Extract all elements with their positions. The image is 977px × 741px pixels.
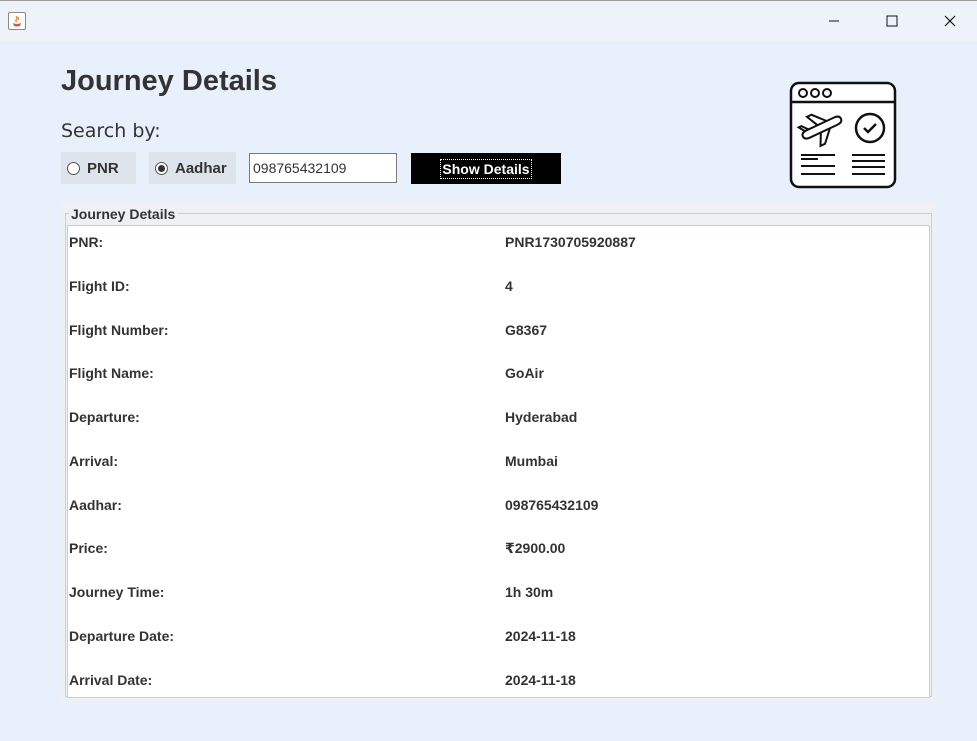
detail-value: 2024-11-18 xyxy=(505,672,576,688)
title-bar[interactable] xyxy=(0,1,977,41)
detail-value: GoAir xyxy=(505,365,544,381)
detail-value: 2024-11-18 xyxy=(505,628,576,644)
detail-row: Journey Time: 1h 30m xyxy=(68,581,929,603)
minimize-button[interactable] xyxy=(805,1,863,41)
detail-label: Departure: xyxy=(69,409,140,425)
detail-value: PNR1730705920887 xyxy=(505,234,636,250)
detail-label: Flight ID: xyxy=(69,278,130,294)
detail-row: PNR: PNR1730705920887 xyxy=(68,231,929,253)
detail-value: Mumbai xyxy=(505,453,558,469)
detail-row: Price: ₹2900.00 xyxy=(68,537,929,559)
search-by-label: Search by: xyxy=(61,120,161,142)
detail-row: Departure Date: 2024-11-18 xyxy=(68,625,929,647)
detail-row: Aadhar: 098765432109 xyxy=(68,494,929,516)
detail-value: 4 xyxy=(505,278,513,294)
minimize-icon xyxy=(829,20,839,22)
detail-value: 1h 30m xyxy=(505,584,554,600)
detail-value: G8367 xyxy=(505,322,548,338)
app-window: Journey Details Search by: PNR Aadhar Sh… xyxy=(0,0,977,741)
radio-pnr-circle[interactable] xyxy=(67,161,80,175)
page-title: Journey Details xyxy=(61,65,277,97)
detail-row: Arrival: Mumbai xyxy=(68,450,929,472)
detail-row: Departure: Hyderabad xyxy=(68,406,929,428)
radio-aadhar-label: Aadhar xyxy=(175,159,227,177)
detail-row: Arrival Date: 2024-11-18 xyxy=(68,669,929,691)
detail-label: Flight Number: xyxy=(69,322,169,338)
java-app-icon[interactable] xyxy=(8,12,26,30)
flight-ticket-icon xyxy=(789,81,897,189)
detail-value: 098765432109 xyxy=(505,497,599,513)
detail-label: Departure Date: xyxy=(69,628,175,644)
close-button[interactable] xyxy=(921,1,977,41)
radio-pnr[interactable]: PNR xyxy=(61,152,136,184)
journey-details-group: Journey Details PNR: PNR1730705920887 Fl… xyxy=(61,202,936,701)
close-icon xyxy=(944,15,956,27)
search-input[interactable] xyxy=(249,153,397,183)
show-details-label: Show Details xyxy=(440,158,532,179)
detail-label: Flight Name: xyxy=(69,365,154,381)
detail-label: Price: xyxy=(69,540,108,556)
detail-row: Flight ID: 4 xyxy=(68,275,929,297)
radio-aadhar[interactable]: Aadhar xyxy=(149,152,236,184)
detail-row: Flight Number: G8367 xyxy=(68,319,929,341)
detail-value: Hyderabad xyxy=(505,409,578,425)
detail-value: ₹2900.00 xyxy=(505,540,566,556)
group-title: Journey Details xyxy=(69,206,178,222)
detail-label: Arrival: xyxy=(69,453,119,469)
show-details-button[interactable]: Show Details xyxy=(411,153,561,184)
details-panel: PNR: PNR1730705920887 Flight ID: 4 Fligh… xyxy=(67,225,930,698)
main-content: Journey Details Search by: PNR Aadhar Sh… xyxy=(0,41,977,741)
radio-pnr-label: PNR xyxy=(87,159,119,177)
detail-label: Aadhar: xyxy=(69,497,122,513)
maximize-icon xyxy=(886,15,898,27)
detail-row: Flight Name: GoAir xyxy=(68,362,929,384)
detail-label: Arrival Date: xyxy=(69,672,153,688)
detail-label: Journey Time: xyxy=(69,584,165,600)
detail-label: PNR: xyxy=(69,234,104,250)
radio-aadhar-circle[interactable] xyxy=(155,161,168,175)
maximize-button[interactable] xyxy=(863,1,921,41)
